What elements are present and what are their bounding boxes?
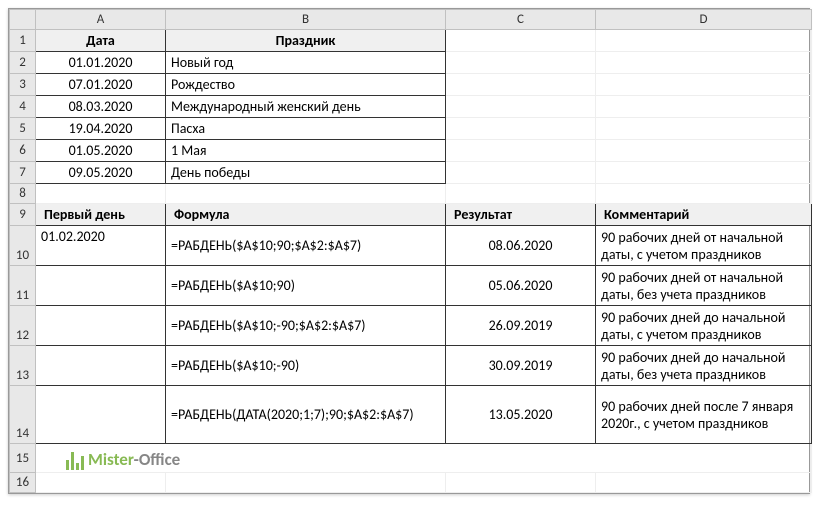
cell[interactable] — [596, 162, 812, 184]
table-header-first-day[interactable]: Первый день — [36, 204, 166, 226]
cell[interactable] — [446, 184, 596, 204]
result[interactable]: 30.09.2019 — [446, 346, 596, 386]
first-day[interactable] — [36, 346, 166, 386]
grid[interactable]: A B C D 1 Дата Праздник 2 01.01.2020 Нов… — [9, 9, 812, 493]
result[interactable]: 26.09.2019 — [446, 306, 596, 346]
holiday-date[interactable]: 07.01.2020 — [36, 74, 166, 96]
holiday-name[interactable]: Новый год — [166, 52, 446, 74]
holiday-date[interactable]: 19.04.2020 — [36, 118, 166, 140]
holidays-header-name[interactable]: Праздник — [166, 30, 446, 52]
cell[interactable] — [446, 96, 596, 118]
row-header[interactable]: 10 — [10, 226, 36, 266]
comment[interactable]: 90 рабочих дней до начальной даты, без у… — [596, 346, 812, 386]
row-header[interactable]: 12 — [10, 306, 36, 346]
cell[interactable] — [446, 162, 596, 184]
cell[interactable] — [446, 30, 596, 52]
holiday-name[interactable]: Международный женский день — [166, 96, 446, 118]
cell[interactable] — [446, 118, 596, 140]
col-header-c[interactable]: C — [446, 10, 596, 30]
first-day[interactable]: 01.02.2020 — [36, 226, 166, 266]
comment[interactable]: 90 рабочих дней от начальной даты, с уче… — [596, 226, 812, 266]
row-header[interactable]: 6 — [10, 140, 36, 162]
table-header-result[interactable]: Результат — [446, 204, 596, 226]
holiday-date[interactable]: 09.05.2020 — [36, 162, 166, 184]
formula[interactable]: =РАБДЕНЬ($A$10;90;$A$2:$A$7) — [166, 226, 446, 266]
corner-cell[interactable] — [10, 10, 36, 30]
col-header-d[interactable]: D — [596, 10, 812, 30]
row-header[interactable]: 1 — [10, 30, 36, 52]
watermark-text-green: Mister — [88, 449, 134, 470]
cell[interactable] — [596, 140, 812, 162]
col-header-row: A B C D — [10, 10, 812, 30]
row-header[interactable]: 13 — [10, 346, 36, 386]
bars-icon — [66, 450, 84, 470]
row-header[interactable]: 3 — [10, 74, 36, 96]
spreadsheet: A B C D 1 Дата Праздник 2 01.01.2020 Нов… — [8, 8, 810, 494]
holiday-name[interactable]: День победы — [166, 162, 446, 184]
result[interactable]: 08.06.2020 — [446, 226, 596, 266]
formula[interactable]: =РАБДЕНЬ($A$10;90) — [166, 266, 446, 306]
row-header[interactable]: 7 — [10, 162, 36, 184]
cell[interactable] — [36, 184, 166, 204]
comment[interactable]: 90 рабочих дней после 7 января 2020г., с… — [596, 386, 812, 444]
cell[interactable] — [446, 140, 596, 162]
result[interactable]: 13.05.2020 — [446, 386, 596, 444]
holiday-date[interactable]: 01.05.2020 — [36, 140, 166, 162]
col-header-a[interactable]: A — [36, 10, 166, 30]
cell[interactable] — [446, 52, 596, 74]
formula[interactable]: =РАБДЕНЬ($A$10;-90) — [166, 346, 446, 386]
cell[interactable] — [166, 473, 446, 493]
row-header[interactable]: 15 — [10, 444, 36, 473]
row-header[interactable]: 2 — [10, 52, 36, 74]
cell[interactable] — [446, 473, 596, 493]
cell[interactable] — [596, 184, 812, 204]
first-day[interactable] — [36, 386, 166, 444]
row-header[interactable]: 9 — [10, 204, 36, 226]
table-header-formula[interactable]: Формула — [166, 204, 446, 226]
comment[interactable]: 90 рабочих дней до начальной даты, с уче… — [596, 306, 812, 346]
holiday-name[interactable]: 1 Мая — [166, 140, 446, 162]
cell[interactable] — [596, 96, 812, 118]
row-header[interactable]: 16 — [10, 473, 36, 493]
comment[interactable]: 90 рабочих дней от начальной даты, без у… — [596, 266, 812, 306]
holiday-name[interactable]: Пасха — [166, 118, 446, 140]
cell[interactable] — [166, 184, 446, 204]
formula[interactable]: =РАБДЕНЬ($A$10;-90;$A$2:$A$7) — [166, 306, 446, 346]
holiday-name[interactable]: Рождество — [166, 74, 446, 96]
watermark: Mister-Office — [36, 444, 811, 472]
first-day[interactable] — [36, 266, 166, 306]
formula[interactable]: =РАБДЕНЬ(ДАТА(2020;1;7);90;$A$2:$A$7) — [166, 386, 446, 444]
cell[interactable] — [596, 52, 812, 74]
table-header-comment[interactable]: Комментарий — [596, 204, 812, 226]
holidays-header-date[interactable]: Дата — [36, 30, 166, 52]
first-day[interactable] — [36, 306, 166, 346]
cell[interactable] — [596, 74, 812, 96]
col-header-b[interactable]: B — [166, 10, 446, 30]
row-header[interactable]: 8 — [10, 184, 36, 204]
cell[interactable] — [36, 473, 166, 493]
row-header[interactable]: 14 — [10, 386, 36, 444]
row-header[interactable]: 11 — [10, 266, 36, 306]
cell[interactable] — [596, 473, 812, 493]
holiday-date[interactable]: 01.01.2020 — [36, 52, 166, 74]
row-header[interactable]: 4 — [10, 96, 36, 118]
row-header[interactable]: 5 — [10, 118, 36, 140]
cell[interactable] — [446, 74, 596, 96]
cell[interactable] — [596, 30, 812, 52]
holiday-date[interactable]: 08.03.2020 — [36, 96, 166, 118]
cell[interactable]: Mister-Office — [36, 444, 812, 473]
result[interactable]: 05.06.2020 — [446, 266, 596, 306]
cell[interactable] — [596, 118, 812, 140]
watermark-text-grey: Office — [139, 449, 180, 470]
